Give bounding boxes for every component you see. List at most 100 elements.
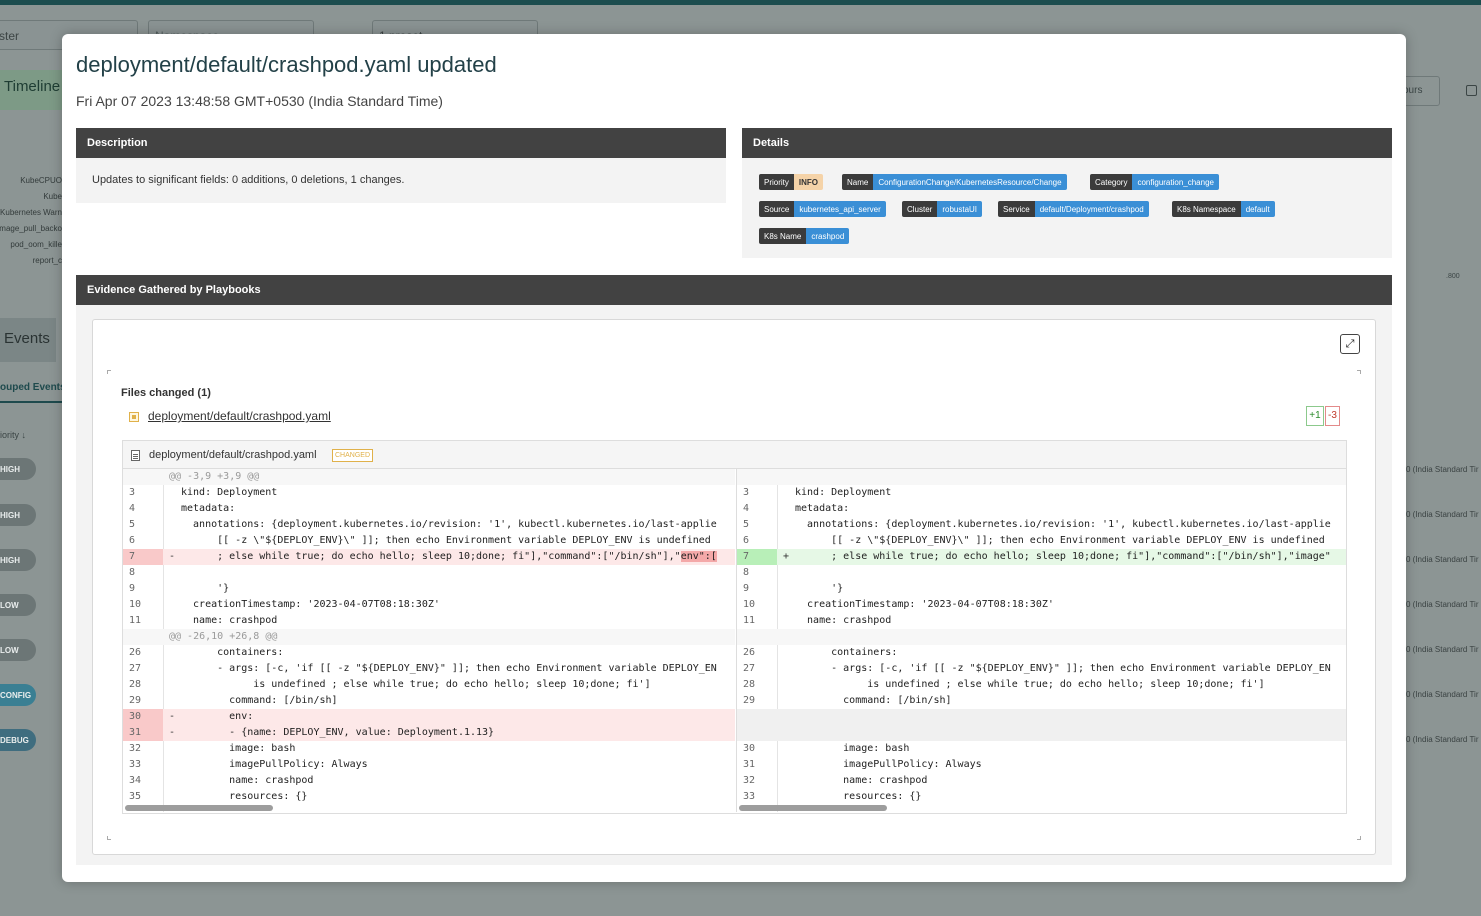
diff-line	[737, 725, 1346, 741]
line-code: @@ -26,10 +26,8 @@	[169, 631, 278, 642]
line-number: 9	[129, 583, 136, 594]
background-checkbox[interactable]	[1466, 85, 1477, 96]
sort-label: iority	[0, 430, 20, 440]
tag-key: K8s Namespace	[1172, 201, 1241, 217]
horizontal-scrollbar[interactable]	[737, 805, 1346, 812]
details-header: Details	[742, 128, 1392, 158]
diff-line: 35 resources: {}	[123, 789, 735, 805]
line-number: 3	[743, 487, 750, 498]
priority-sort-header[interactable]: iority ↓	[0, 430, 26, 440]
tag-key: Cluster	[902, 201, 938, 217]
diff-file-header: deployment/default/crashpod.yaml CHANGED	[123, 441, 1346, 469]
tag-value: default	[1240, 201, 1275, 217]
diff-line: 27 - args: [-c, 'if [[ -z "${DEPLOY_ENV}…	[123, 661, 735, 677]
axis-tick-label: .800	[1446, 273, 1460, 280]
line-number: 11	[743, 615, 756, 626]
arrow-down-icon: ↓	[21, 430, 27, 440]
diff-line: 8	[123, 565, 735, 581]
tag-key: Source	[759, 201, 795, 217]
diff-line: 30 image: bash	[737, 741, 1346, 757]
line-code: - args: [-c, 'if [[ -z "${DEPLOY_ENV}" ]…	[181, 663, 717, 674]
diff-line: 4 metadata:	[737, 501, 1346, 517]
event-date: 0 (India Standard Tir	[1406, 735, 1479, 744]
diff-marker: +	[783, 551, 790, 562]
file-link[interactable]: deployment/default/crashpod.yaml	[148, 409, 331, 423]
diff-line: 31 imagePullPolicy: Always	[737, 757, 1346, 773]
diff-line: 30- env:	[123, 709, 735, 725]
line-code: resources: {}	[181, 791, 308, 802]
chart-label: Kube	[43, 192, 62, 201]
line-number: 4	[129, 503, 136, 514]
line-code: annotations: {deployment.kubernetes.io/r…	[795, 519, 1331, 530]
line-number: 31	[743, 759, 756, 770]
diff-left-pane[interactable]: @@ -3,9 +3,9 @@ 3 kind: Deployment 4 metadat…	[123, 469, 735, 812]
line-number: 26	[743, 647, 756, 658]
line-number: 33	[129, 759, 142, 770]
tag-value: ConfigurationChange/KubernetesResource/C…	[873, 174, 1067, 190]
line-code: name: crashpod	[795, 615, 892, 626]
scrollbar-thumb[interactable]	[739, 805, 887, 811]
line-code: - {name: DEPLOY_ENV, value: Deployment.1…	[181, 727, 495, 738]
tag-category: Category configuration_change	[1090, 174, 1219, 190]
line-code: image: bash	[795, 743, 910, 754]
line-code: '}	[795, 583, 844, 594]
evidence-content: ⤢ Files changed (1) deployment/default/c…	[92, 319, 1376, 855]
line-code: '}	[181, 583, 230, 594]
diff-line: 27 - args: [-c, 'if [[ -z "${DEPLOY_ENV}…	[737, 661, 1346, 677]
line-number: 29	[743, 695, 756, 706]
diff-line: 32 image: bash	[123, 741, 735, 757]
diff-line: 32 name: crashpod	[737, 773, 1346, 789]
diff-line: 28 is undefined ; else while true; do ec…	[737, 677, 1346, 693]
horizontal-scrollbar[interactable]	[123, 805, 735, 812]
diff-line: 6 [[ -z \"${DEPLOY_ENV}\" ]]; then echo …	[123, 533, 735, 549]
line-number: 4	[743, 503, 750, 514]
diff-hunk-header: @@ -26,10 +26,8 @@	[123, 629, 735, 645]
events-tab[interactable]: Events	[0, 318, 56, 362]
details-panel: Priority INFO Name ConfigurationChange/Kub…	[742, 158, 1392, 258]
description-header: Description	[76, 128, 726, 158]
line-number: 30	[123, 709, 163, 725]
modal-timestamp: Fri Apr 07 2023 13:48:58 GMT+0530 (India…	[76, 93, 443, 109]
document-icon	[131, 450, 140, 461]
line-code: metadata:	[181, 503, 236, 514]
diff-right-pane[interactable]: 3 kind: Deployment 4 metadata: 5 annotations…	[736, 469, 1346, 812]
line-code: imagePullPolicy: Always	[181, 759, 368, 770]
tag-k8s-name: K8s Name crashpod	[759, 228, 850, 244]
diff-line: 33 imagePullPolicy: Always	[123, 757, 735, 773]
line-number: 3	[129, 487, 136, 498]
chart-label: pod_oom_kille	[10, 240, 62, 249]
line-number: 9	[743, 583, 750, 594]
tag-key: Name	[842, 174, 874, 190]
expand-icon[interactable]: ⤢	[1340, 334, 1360, 354]
corner-mark	[107, 836, 111, 840]
line-code: kind: Deployment	[795, 487, 892, 498]
line-number: 32	[743, 775, 756, 786]
priority-chip: LOW	[0, 594, 36, 616]
diff-line: 9 '}	[123, 581, 735, 597]
tag-value: kubernetes_api_server	[794, 201, 886, 217]
chart-label: KubeCPUO	[20, 176, 62, 185]
timeline-tab[interactable]: Timeline	[0, 70, 62, 110]
chart-label: report_c	[32, 256, 62, 265]
line-code: [[ -z \"${DEPLOY_ENV}\" ]]; then echo En…	[181, 535, 711, 546]
diff-line: 29 command: [/bin/sh]	[737, 693, 1346, 709]
grouped-events-underline	[0, 401, 62, 403]
description-text: Updates to significant fields: 0 additio…	[92, 174, 405, 186]
corner-mark	[1357, 836, 1361, 840]
event-date: 0 (India Standard Tir	[1406, 555, 1479, 564]
line-code: creationTimestamp: '2023-04-07T08:18:30Z…	[181, 599, 440, 610]
scrollbar-thumb[interactable]	[125, 805, 273, 811]
tag-value: default/Deployment/crashpod	[1034, 201, 1149, 217]
diff-line: 26 containers:	[123, 645, 735, 661]
tag-value: INFO	[793, 174, 823, 190]
priority-chip: LOW	[0, 639, 36, 661]
diff-line: 33 resources: {}	[737, 789, 1346, 805]
diff-line	[737, 709, 1346, 725]
line-number: 32	[129, 743, 142, 754]
event-detail-modal: deployment/default/crashpod.yaml updated…	[62, 34, 1406, 882]
line-code: ; else while true; do echo hello; sleep …	[795, 551, 1331, 562]
line-code: containers:	[795, 647, 898, 658]
grouped-events-tab[interactable]: ouped Events	[0, 382, 66, 393]
line-code: resources: {}	[795, 791, 922, 802]
line-code: annotations: {deployment.kubernetes.io/r…	[181, 519, 717, 530]
